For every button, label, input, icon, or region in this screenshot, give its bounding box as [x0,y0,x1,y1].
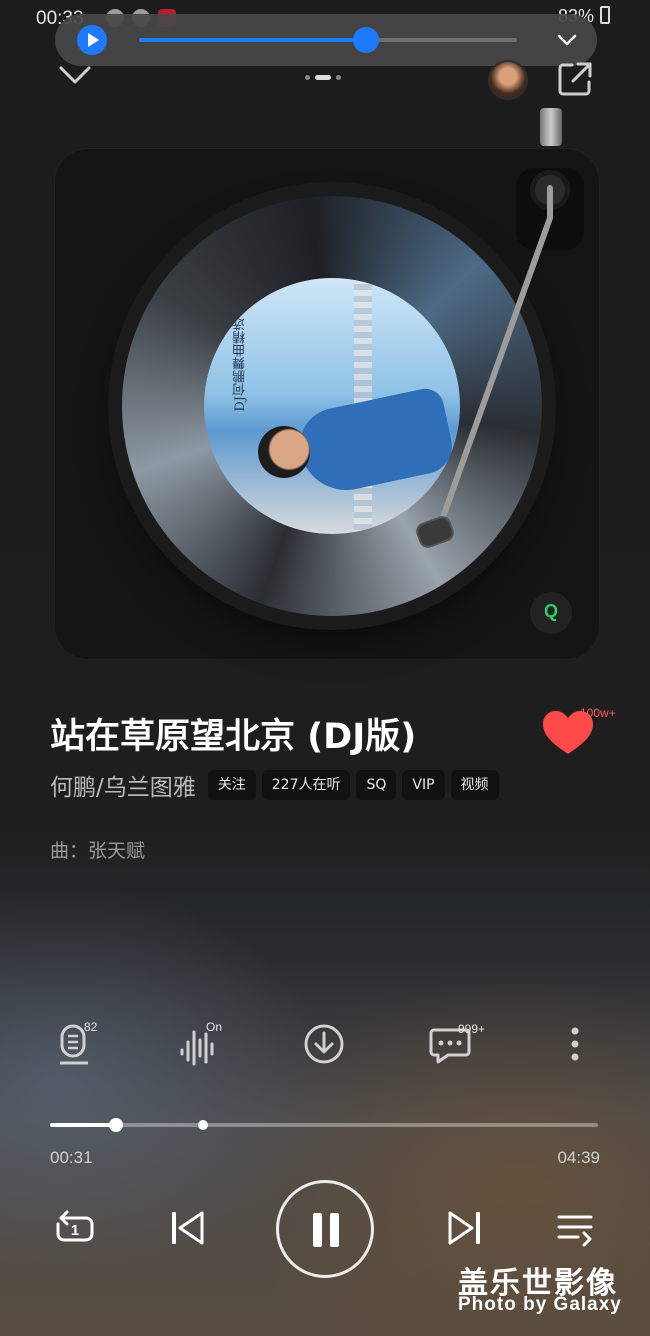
watermark-english: Photo by Galaxy [458,1294,622,1315]
lyrics-badge: 82 [84,1020,98,1034]
qq-music-icon[interactable]: Q [530,592,572,634]
page-indicator [305,75,341,80]
tonearm [416,185,553,548]
page-dot [336,75,341,80]
chevron-down-icon[interactable] [555,28,579,52]
mini-progress-fill [139,38,366,42]
sound-effect-badge: On [206,1020,223,1034]
battery-icon [600,6,610,24]
previous-track-icon[interactable] [168,1210,206,1246]
listeners-tag[interactable]: 227人在听 [261,770,351,800]
artist-row: 何鹏/乌兰图雅 关注 227人在听 SQ VIP 视频 [50,768,499,802]
tonearm-counterweight [540,108,562,146]
song-title: 站在草原望北京 (DJ版) [50,717,417,757]
current-time: 00:31 [50,1148,93,1167]
next-track-icon[interactable] [446,1210,484,1246]
mini-play-button[interactable] [77,25,107,55]
video-tag[interactable]: 视频 [450,770,499,800]
progress-buffer-marker [198,1120,209,1130]
like-count: 100w+ [580,706,616,720]
progress-played [50,1123,116,1127]
total-time: 04:39 [557,1148,600,1167]
repeat-one-icon[interactable]: 1 [52,1206,98,1252]
playlist-icon[interactable] [556,1212,596,1248]
mini-progress-thumb[interactable] [352,27,379,53]
follow-tag[interactable]: 关注 [207,770,256,800]
artist-name[interactable]: 何鹏/乌兰图雅 [50,768,196,802]
vip-tag[interactable]: VIP [402,770,445,800]
sq-quality-tag[interactable]: SQ [356,770,397,800]
repeat-one-number: 1 [71,1222,79,1239]
mini-progress-track[interactable] [139,27,517,53]
more-options-icon[interactable] [560,1022,590,1066]
composer-credit: 曲：张天赋 [50,840,146,862]
playback-progress-bar[interactable] [50,1118,598,1132]
floating-mini-player[interactable] [55,14,597,66]
share-icon[interactable] [556,60,594,98]
page-dot [305,75,310,80]
collapse-player-chevron-icon[interactable] [58,62,92,88]
pause-button[interactable] [276,1180,374,1278]
turntable: DJ何鹏舞曲精选 Q [54,108,600,660]
download-icon[interactable] [302,1022,346,1066]
progress-thumb[interactable] [108,1118,123,1132]
page-dot-active [315,75,331,80]
comment-count-badge: 999+ [458,1022,486,1036]
artist-avatar[interactable] [488,60,528,100]
